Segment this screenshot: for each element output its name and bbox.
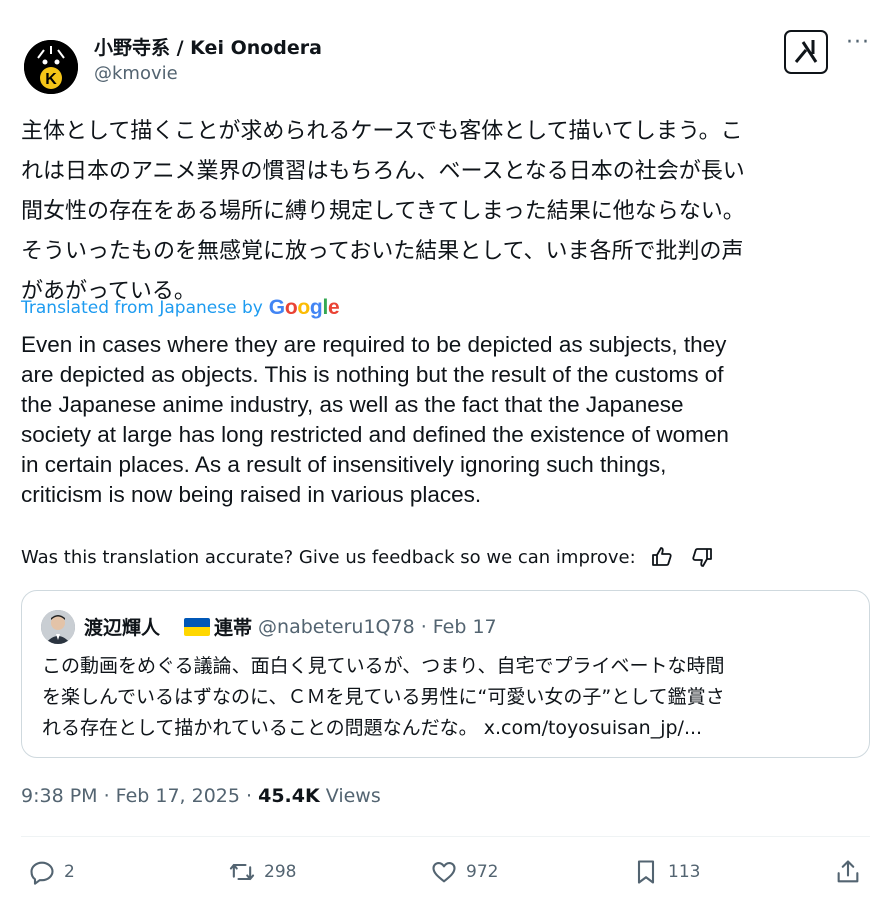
reply-button[interactable]: 2 (28, 858, 75, 886)
quoted-post[interactable]: 渡辺輝人 連帯 @nabeteru1Q78 · Feb 17 この動画をめぐる議… (21, 590, 870, 758)
svg-text:K: K (45, 71, 57, 88)
ukraine-flag-icon (184, 617, 211, 636)
repost-icon (229, 863, 255, 881)
feedback-text: Was this translation accurate? Give us f… (21, 546, 636, 568)
translated-label: Translated from Japanese by (21, 298, 263, 318)
author-handle[interactable]: @kmovie (94, 63, 178, 84)
post-time[interactable]: 9:38 PM · Feb 17, 2025 · (21, 785, 258, 807)
thumbs-down-icon[interactable] (690, 545, 714, 569)
translation-feedback: Was this translation accurate? Give us f… (21, 545, 714, 569)
views-label: Views (319, 785, 381, 807)
author-display-name[interactable]: 小野寺系 / Kei Onodera (94, 33, 322, 60)
quoted-author-name-suffix: 連帯 (214, 617, 253, 639)
translation-attribution[interactable]: Translated from Japanese by Google (21, 296, 340, 320)
post-timestamp: 9:38 PM · Feb 17, 2025 · 45.4K Views (21, 785, 381, 807)
share-button[interactable] (834, 858, 870, 886)
avatar-k-icon: K (24, 40, 78, 94)
more-icon[interactable]: ··· (846, 30, 870, 55)
repost-count: 298 (264, 862, 297, 882)
grok-glyph (794, 40, 818, 63)
post-text-japanese: 主体として描くことが求められるケースでも客体として描いてしまう。こ れは日本のア… (21, 119, 745, 304)
bookmark-button[interactable]: 113 (632, 858, 700, 886)
quoted-author-avatar (41, 610, 75, 644)
reply-icon (30, 861, 54, 885)
like-count: 972 (466, 862, 499, 882)
bookmark-count: 113 (668, 862, 701, 882)
bookmark-icon (637, 860, 655, 884)
quoted-author-handle: @nabeteru1Q78 (258, 615, 415, 638)
google-logo: Google (268, 296, 340, 319)
views-count: 45.4K (258, 785, 320, 807)
person-photo-icon (41, 610, 75, 644)
repost-button[interactable]: 298 (228, 858, 296, 886)
post-text-translated: Even in cases where they are required to… (21, 332, 729, 507)
share-icon (837, 860, 859, 883)
quoted-post-date: · Feb 17 (420, 615, 497, 638)
quoted-post-header: 渡辺輝人 連帯 @nabeteru1Q78 · Feb 17 (84, 613, 497, 640)
thumbs-up-icon[interactable] (650, 545, 674, 569)
like-button[interactable]: 972 (430, 858, 498, 886)
author-avatar[interactable]: K (24, 40, 78, 94)
heart-icon (432, 861, 456, 883)
quoted-author-name: 渡辺輝人 (84, 617, 161, 639)
divider (21, 836, 870, 837)
quoted-post-text: この動画をめぐる議論、面白く見ているが、つまり、自宅でプライベートな時間 を楽し… (42, 655, 725, 739)
grok-icon[interactable] (784, 30, 828, 74)
reply-count: 2 (64, 862, 75, 882)
